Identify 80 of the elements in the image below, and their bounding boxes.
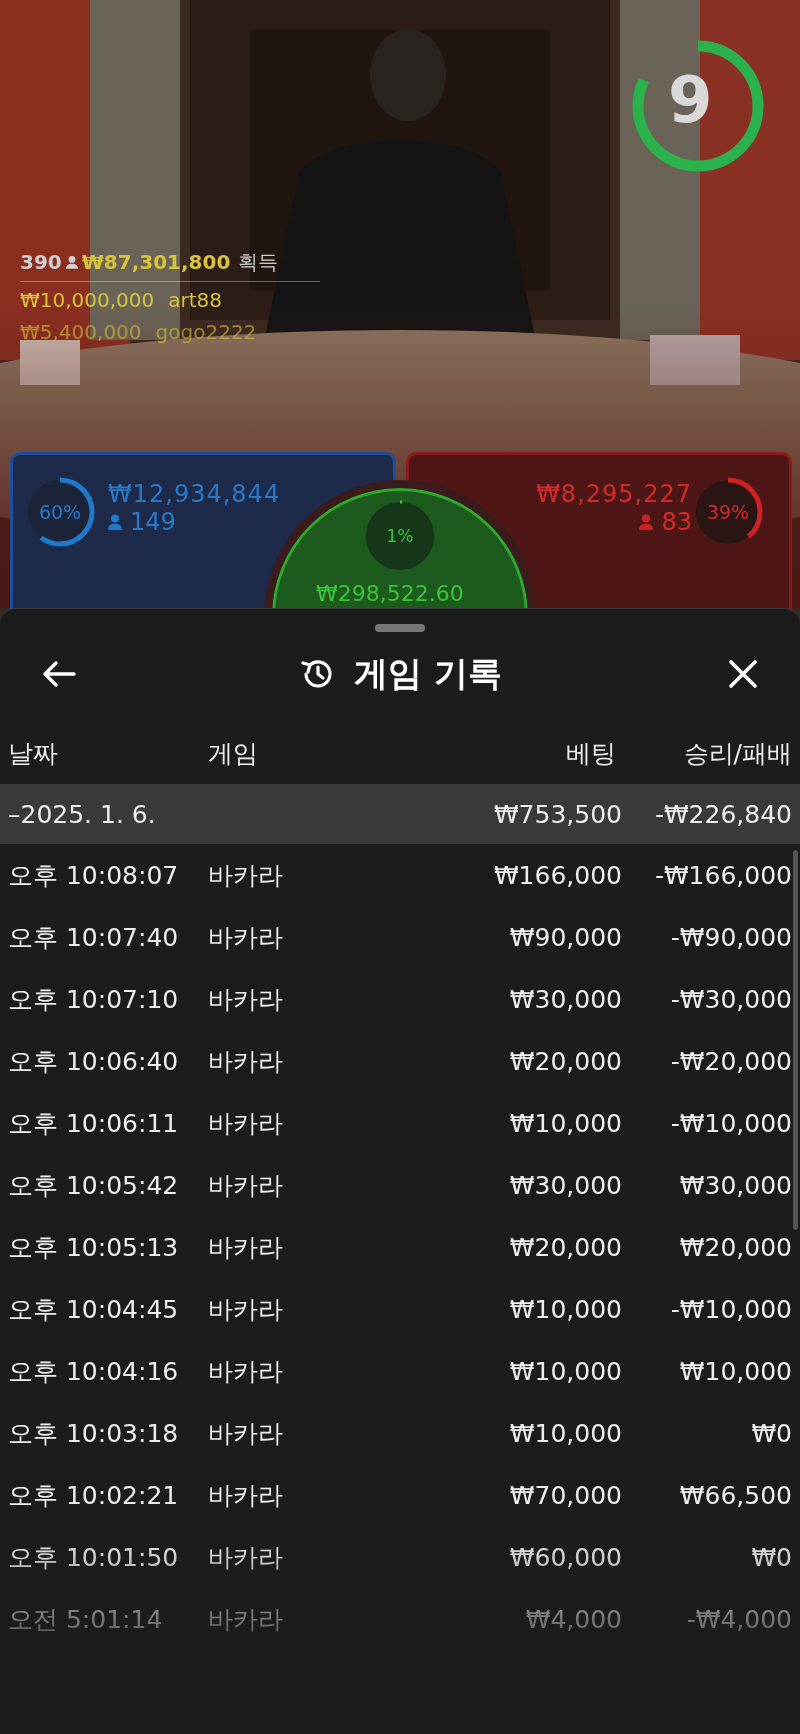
- result-cell-text: -₩20,000: [669, 1046, 792, 1076]
- date-group-row[interactable]: –2025. 1. 6. ₩753,500 -₩226,840: [0, 784, 800, 844]
- winner-count: 390: [20, 249, 62, 276]
- bet-cell-text: ₩10,000: [508, 1294, 622, 1324]
- time-cell-text: 오후 10:07:10: [8, 983, 180, 1016]
- time-cell-text: 오후 10:05:13: [8, 1231, 180, 1264]
- bet-cell-text: ₩60,000: [508, 1542, 622, 1572]
- time-cell-text: 오후 10:04:16: [8, 1355, 180, 1388]
- result-cell-text: ₩0: [750, 1542, 792, 1572]
- winnings-label: 획득: [238, 249, 279, 276]
- bet-cell-text: ₩10,000: [508, 1356, 622, 1386]
- time-cell-text: 오후 10:08:07: [8, 859, 180, 892]
- bet-cell-text: ₩30,000: [508, 1170, 622, 1200]
- game-cell-text: 바카라: [207, 1479, 284, 1512]
- time-cell-text: 오후 10:04:45: [8, 1293, 180, 1326]
- game-cell-text: 바카라: [207, 1603, 284, 1636]
- sheet-title: 게임 기록: [354, 652, 502, 695]
- time-cell-text: 오후 10:06:11: [8, 1107, 180, 1140]
- bet-cell-text: ₩166,000: [492, 860, 622, 890]
- player-count: 149: [130, 508, 176, 536]
- winner-name: gogo2222: [155, 319, 257, 346]
- time-cell-text: 오후 10:07:40: [8, 921, 180, 954]
- result-cell-text: -₩10,000: [669, 1108, 792, 1138]
- bet-cell-text: ₩70,000: [508, 1480, 622, 1510]
- column-header: 게임: [207, 737, 259, 770]
- column-header: 날짜: [8, 737, 59, 770]
- player-bet-amount: ₩12,934,844: [108, 480, 281, 508]
- tie-percent: 1%: [386, 526, 414, 546]
- winner-amount: ₩10,000,000: [20, 287, 155, 314]
- game-cell-text: 바카라: [207, 859, 284, 892]
- game-cell-text: 바카라: [207, 1107, 284, 1140]
- person-icon: [108, 513, 122, 531]
- time-cell-text: 오후 10:05:42: [8, 1169, 180, 1202]
- column-header: 베팅: [565, 737, 617, 770]
- game-cell-text: 바카라: [207, 1231, 284, 1264]
- winner-name: art88: [168, 287, 223, 314]
- game-cell-text: 바카라: [207, 921, 284, 954]
- time-cell-text: 오후 10:03:18: [8, 1417, 180, 1450]
- player-percent: 60%: [38, 501, 82, 523]
- time-cell-text: 오후 10:02:21: [8, 1479, 180, 1512]
- time-cell-text: 오후 10:01:50: [8, 1541, 180, 1574]
- result-cell-text: ₩0: [750, 1418, 792, 1448]
- tie-bet-amount: ₩298,522.60: [316, 580, 464, 608]
- bet-cell-text: ₩4,000: [524, 1604, 622, 1634]
- banker-bet-amount: ₩8,295,227: [536, 480, 692, 508]
- close-icon[interactable]: [726, 659, 760, 689]
- game-cell-text: 바카라: [207, 983, 284, 1016]
- result-cell-text: ₩10,000: [678, 1356, 792, 1386]
- result-cell-text: -₩30,000: [669, 984, 792, 1014]
- result-cell-text: -₩166,000: [653, 860, 792, 890]
- scroll-bar[interactable]: [793, 850, 798, 1230]
- bet-cell-text: ₩20,000: [508, 1232, 622, 1262]
- drag-handle[interactable]: [375, 624, 425, 632]
- game-cell-text: 바카라: [207, 1045, 284, 1078]
- countdown-number: 9: [668, 62, 713, 138]
- time-cell-text: 오후 10:06:40: [8, 1045, 180, 1078]
- game-cell-text: 바카라: [207, 1169, 284, 1202]
- game-cell-text: 바카라: [207, 1355, 284, 1388]
- person-icon: [65, 255, 78, 269]
- result-cell-text: -₩90,000: [669, 922, 792, 952]
- bet-cell-text: ₩20,000: [508, 1046, 622, 1076]
- back-arrow-icon[interactable]: [42, 659, 76, 689]
- result-cell-text: -₩4,000: [685, 1604, 792, 1634]
- bet-cell-text: ₩90,000: [508, 922, 622, 952]
- banker-percent: 39%: [706, 501, 750, 523]
- column-header: 승리/패배: [682, 737, 792, 770]
- bet-cell-text: ₩10,000: [508, 1108, 622, 1138]
- result-cell-text: ₩20,000: [678, 1232, 792, 1262]
- result-cell-text: ₩66,500: [678, 1480, 792, 1510]
- winner-amount: ₩5,400,000: [20, 319, 142, 346]
- time-cell-text: 오전 5:01:14: [8, 1603, 164, 1636]
- person-icon: [639, 513, 654, 531]
- bet-cell-text: ₩30,000: [508, 984, 622, 1014]
- result-cell-text: ₩30,000: [678, 1170, 792, 1200]
- result-cell-text: -₩10,000: [669, 1294, 792, 1324]
- game-cell-text: 바카라: [207, 1541, 284, 1574]
- bet-cell-text: ₩10,000: [508, 1418, 622, 1448]
- game-cell-text: 바카라: [207, 1417, 284, 1450]
- game-cell-text: 바카라: [207, 1293, 284, 1326]
- banker-count: 83: [661, 508, 692, 536]
